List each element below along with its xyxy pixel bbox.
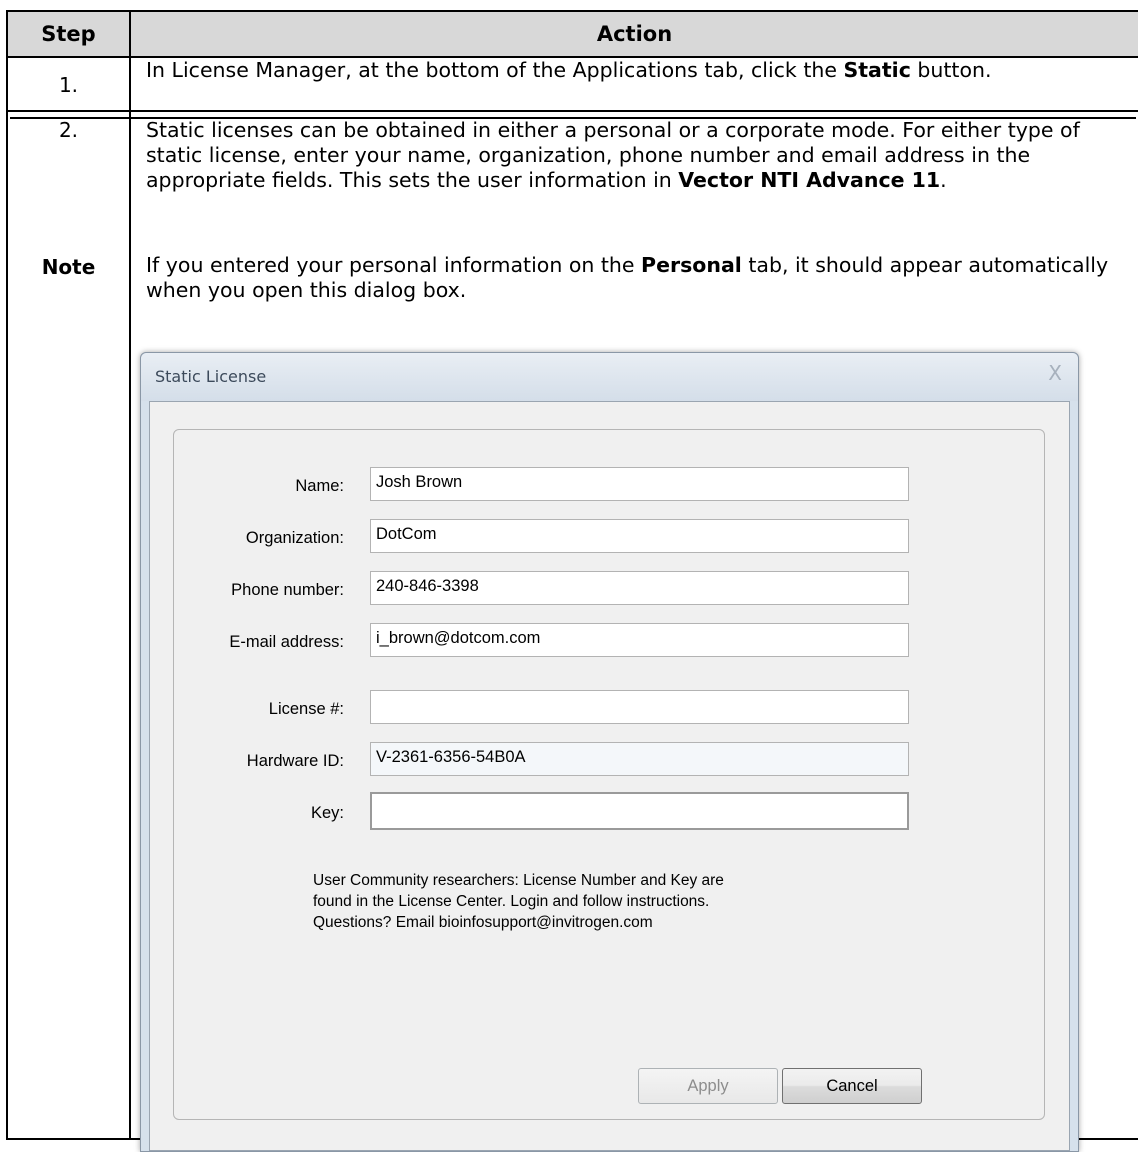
name-label: Name:	[295, 477, 344, 495]
email-field[interactable]: i_brown@dotcom.com	[370, 623, 909, 657]
cancel-button[interactable]: Cancel	[782, 1068, 922, 1104]
phone-field[interactable]: 240-846-3398	[370, 571, 909, 605]
info-message: User Community researchers: License Numb…	[313, 870, 724, 933]
header-action: Action	[596, 22, 673, 46]
apply-button[interactable]: Apply	[638, 1068, 778, 1104]
close-icon[interactable]: X	[1048, 361, 1062, 385]
hardware-id-field[interactable]: V-2361-6356-54B0A	[370, 742, 909, 776]
info-line: Questions? Email bioinfosupport@invitrog…	[313, 914, 653, 931]
organization-field[interactable]: DotCom	[370, 519, 909, 553]
header-step: Step	[8, 12, 131, 56]
organization-label: Organization:	[245, 529, 344, 547]
name-field[interactable]: Josh Brown	[370, 467, 909, 501]
step-1-text: In License Manager, at the bottom of the…	[146, 58, 992, 82]
license-form-group: Name: Josh Brown Organization: DotCom Ph…	[173, 429, 1045, 1120]
info-line: User Community researchers: License Numb…	[313, 872, 724, 889]
phone-label: Phone number:	[231, 581, 344, 599]
step-number: 1.	[58, 73, 79, 97]
dialog-title: Static License	[155, 367, 267, 386]
email-label: E-mail address:	[229, 633, 344, 651]
row-separator	[8, 110, 1138, 112]
step-column	[8, 58, 131, 1138]
key-field[interactable]	[370, 792, 909, 830]
step-2-text: Static licenses can be obtained in eithe…	[146, 118, 1080, 192]
step-number: 2.	[58, 118, 79, 142]
license-number-label: License #:	[268, 700, 344, 718]
info-line: found in the License Center. Login and f…	[313, 893, 710, 910]
table-header: Step Action	[8, 12, 1138, 58]
key-label: Key:	[310, 804, 344, 822]
hardware-id-label: Hardware ID:	[246, 752, 344, 770]
note-label: Note	[41, 255, 96, 279]
static-license-dialog: Static License X Name: Josh Brown Organi…	[140, 352, 1079, 1152]
dialog-titlebar[interactable]: Static License X	[141, 353, 1078, 401]
license-number-field[interactable]	[370, 690, 909, 724]
dialog-client-area: Name: Josh Brown Organization: DotCom Ph…	[149, 401, 1070, 1151]
note-text: If you entered your personal information…	[146, 253, 1109, 302]
